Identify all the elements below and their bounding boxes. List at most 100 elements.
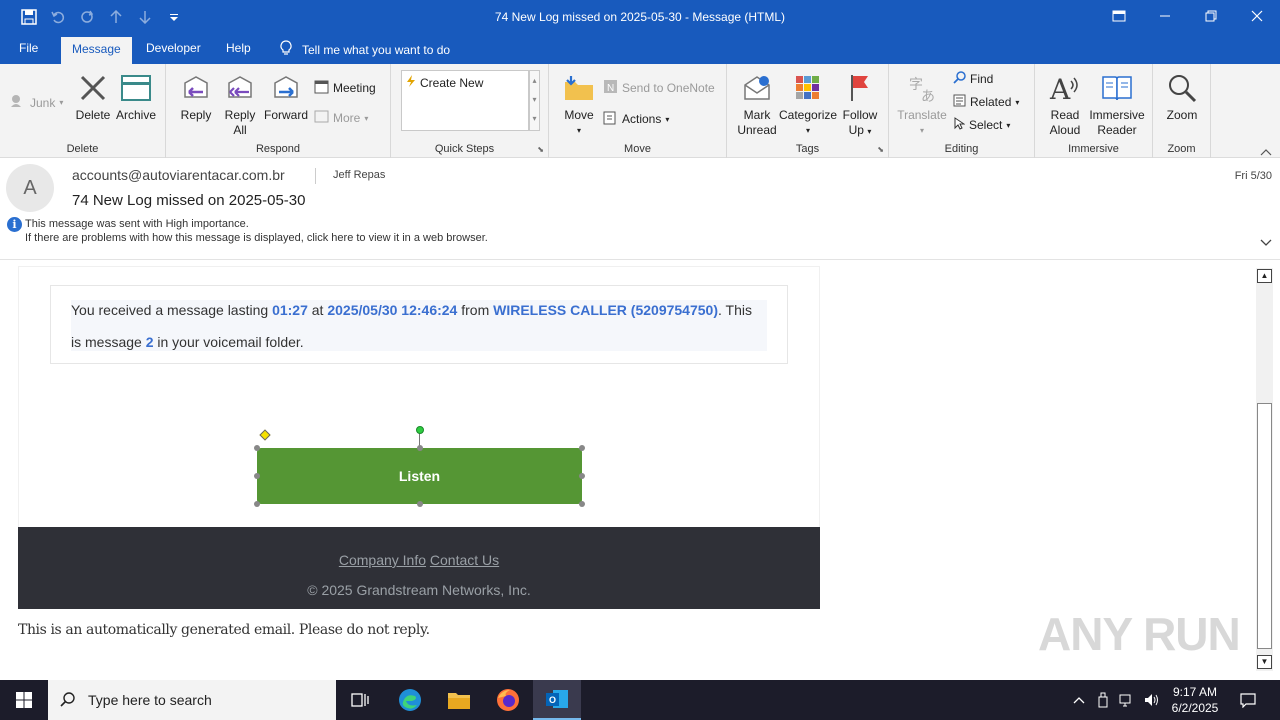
tags-dialog-launcher-icon[interactable]: ⬊: [877, 145, 884, 154]
resize-handle[interactable]: [417, 501, 423, 507]
forward-button[interactable]: Forward: [263, 70, 309, 123]
group-label-delete: Delete: [66, 143, 99, 155]
copyright: © 2025 Grandstream Networks, Inc.: [307, 582, 531, 598]
reply-button[interactable]: Reply: [176, 70, 216, 123]
delete-button[interactable]: Delete: [72, 70, 114, 123]
tab-developer[interactable]: Developer: [135, 40, 212, 64]
message-date: Fri 5/30: [1234, 170, 1272, 182]
more-respond-button[interactable]: More ▾: [314, 109, 368, 127]
send-to-onenote-button[interactable]: N Send to OneNote: [603, 79, 715, 97]
outlook-taskbar-icon[interactable]: O: [533, 680, 581, 720]
tab-help[interactable]: Help: [215, 40, 262, 64]
forward-icon: [263, 70, 309, 106]
windows-start-icon[interactable]: [0, 680, 48, 720]
cursor-icon: [953, 117, 966, 133]
group-editing: 字あ Translate ▾ Find Related ▾ Select ▾ Edi…: [889, 64, 1035, 158]
select-button[interactable]: Select ▾: [953, 117, 1010, 133]
categorize-icon: [779, 70, 837, 106]
archive-icon: [114, 70, 158, 106]
scroll-down-button[interactable]: ▼: [1257, 655, 1272, 669]
resize-handle[interactable]: [254, 445, 260, 451]
group-label-quick-steps: Quick Steps: [434, 143, 495, 155]
close-icon[interactable]: [1234, 0, 1280, 32]
edge-icon[interactable]: [386, 680, 434, 720]
resize-handle[interactable]: [254, 501, 260, 507]
message-subject: 74 New Log missed on 2025-05-30: [72, 192, 306, 209]
usb-device-icon[interactable]: [1092, 680, 1114, 720]
archive-button[interactable]: Archive: [114, 70, 158, 123]
group-zoom: Zoom Zoom: [1153, 64, 1211, 158]
zoom-icon: [1161, 70, 1203, 106]
quick-steps-scroll[interactable]: ▴ ▾ ▾: [529, 70, 540, 131]
meeting-button[interactable]: Meeting: [314, 79, 376, 97]
watermark: ANY RUN: [1038, 608, 1241, 660]
caller-id: WIRELESS CALLER (5209754750): [493, 302, 718, 318]
mark-unread-button[interactable]: Mark Unread: [733, 70, 781, 138]
expand-header-icon[interactable]: [1260, 236, 1272, 250]
resize-handle[interactable]: [417, 445, 423, 451]
resize-handle[interactable]: [579, 473, 585, 479]
restore-icon[interactable]: [1188, 0, 1234, 32]
categorize-button[interactable]: Categorize ▾: [779, 70, 837, 138]
scroll-thumb[interactable]: [1257, 403, 1272, 649]
avatar: A: [6, 164, 54, 212]
more-icon: [314, 109, 329, 127]
notifications-icon[interactable]: [1228, 680, 1268, 720]
rotation-handle[interactable]: [416, 426, 424, 434]
create-new-quick-step[interactable]: Create New: [406, 75, 483, 90]
file-explorer-icon[interactable]: [435, 680, 483, 720]
taskbar-search[interactable]: Type here to search: [48, 680, 336, 720]
onenote-icon: N: [603, 79, 618, 97]
translate-button[interactable]: 字あ Translate ▾: [897, 70, 947, 138]
show-hidden-icons-icon[interactable]: [1068, 680, 1090, 720]
volume-icon[interactable]: [1140, 680, 1164, 720]
envelope-icon: [733, 70, 781, 106]
lightbulb-icon: [280, 40, 292, 59]
sender-address[interactable]: accounts@autoviarentacar.com.br: [72, 167, 285, 183]
minimize-icon[interactable]: [1142, 0, 1188, 32]
tell-me-box[interactable]: Tell me what you want to do: [280, 40, 450, 59]
group-tags: Mark Unread Categorize ▾ Follow Up ▾ Tag…: [727, 64, 889, 158]
ribbon-display-options-icon[interactable]: [1096, 0, 1142, 32]
tab-file[interactable]: File: [8, 40, 49, 64]
delete-icon: [72, 70, 114, 106]
resize-handle[interactable]: [254, 473, 260, 479]
junk-button[interactable]: Junk ▾: [10, 94, 63, 111]
related-button[interactable]: Related ▾: [953, 94, 1019, 110]
voicemail-info-bg: You received a message lasting 01:27 at …: [71, 300, 767, 351]
collapse-ribbon-icon[interactable]: [1260, 145, 1272, 156]
group-quick-steps: Create New ▴ ▾ ▾ Quick Steps ⬊: [391, 64, 549, 158]
dialog-launcher-icon[interactable]: ⬊: [537, 145, 544, 154]
actions-button[interactable]: Actions ▾: [603, 110, 669, 128]
resize-handle[interactable]: [579, 445, 585, 451]
duration: 01:27: [272, 302, 308, 318]
network-icon[interactable]: [1115, 680, 1139, 720]
firefox-icon[interactable]: [484, 680, 532, 720]
flag-icon: [839, 70, 881, 106]
move-button[interactable]: Move ▾: [559, 70, 599, 138]
body-scrollbar[interactable]: ▲ ▼: [1256, 268, 1273, 671]
message-number: 2: [145, 334, 154, 350]
group-move: Move ▾ N Send to OneNote Actions ▾ Move: [549, 64, 727, 158]
group-delete: Junk ▾ Delete Archive Delete: [0, 64, 166, 158]
zoom-button[interactable]: Zoom: [1161, 70, 1203, 123]
tell-me-label: Tell me what you want to do: [302, 42, 451, 57]
recipient[interactable]: Jeff Repas: [333, 169, 385, 181]
task-view-icon[interactable]: [336, 680, 384, 720]
company-info-link[interactable]: Company Info: [339, 552, 426, 568]
listen-button[interactable]: Listen: [257, 448, 582, 504]
find-button[interactable]: Find: [953, 71, 993, 87]
taskbar-clock[interactable]: 9:17 AM 6/2/2025: [1166, 684, 1224, 716]
resize-handle[interactable]: [579, 501, 585, 507]
follow-up-button[interactable]: Follow Up ▾: [839, 70, 881, 139]
group-label-move: Move: [624, 143, 651, 155]
quick-steps-gallery[interactable]: Create New: [401, 70, 529, 131]
ribbon-tabs: File Message Developer Help Tell me what…: [0, 34, 1280, 64]
scroll-up-button[interactable]: ▲: [1257, 269, 1272, 283]
immersive-reader-button[interactable]: Immersive Reader: [1087, 70, 1147, 138]
reply-all-button[interactable]: Reply All: [220, 70, 260, 138]
tab-message[interactable]: Message: [61, 37, 132, 64]
read-aloud-button[interactable]: A Read Aloud: [1043, 70, 1087, 138]
contact-us-link[interactable]: Contact Us: [430, 552, 499, 568]
view-in-browser-notice[interactable]: If there are problems with how this mess…: [25, 232, 488, 244]
